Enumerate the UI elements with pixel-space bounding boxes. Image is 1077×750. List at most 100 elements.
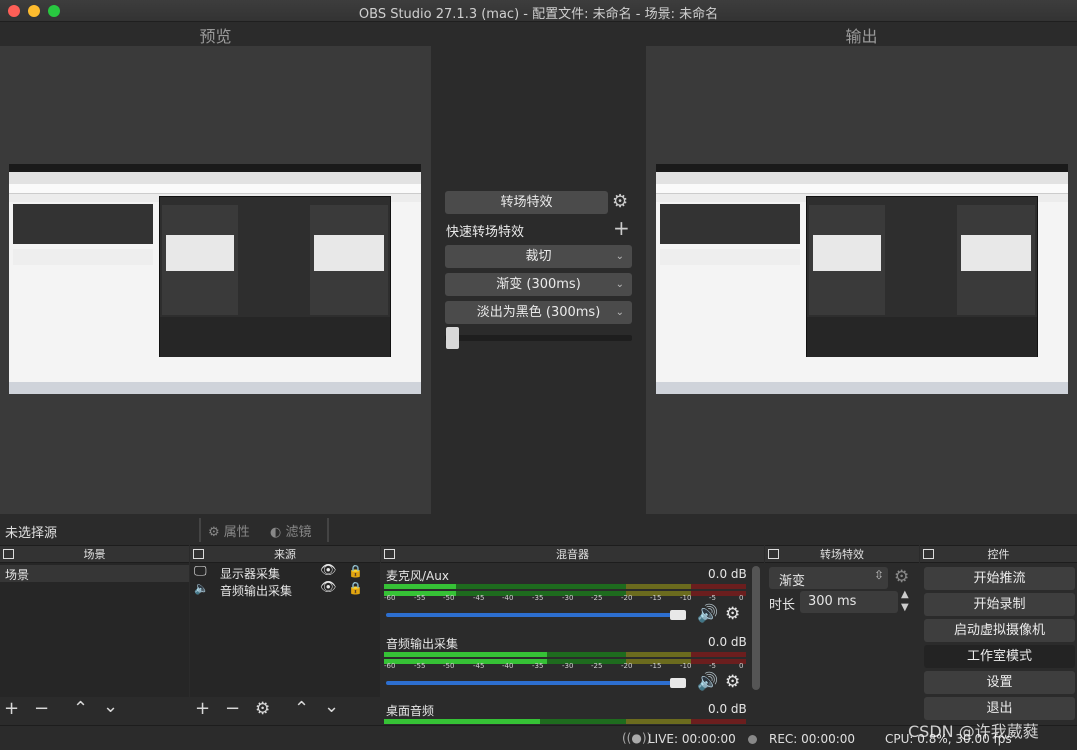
source-item-audio-output[interactable]: 🔈 音频输出采集 👁 🔒: [190, 580, 380, 598]
undock-icon[interactable]: [768, 549, 779, 559]
mixer-channel-db: 0.0 dB: [708, 567, 747, 581]
output-pane[interactable]: [646, 46, 1077, 514]
duration-input[interactable]: 300 ms: [800, 591, 898, 613]
volume-slider-handle[interactable]: [670, 678, 686, 688]
properties-label: 属性: [223, 525, 250, 540]
meter-tick-label: -30: [562, 662, 574, 670]
title-bar: OBS Studio 27.1.3 (mac) - 配置文件: 未命名 - 场景…: [0, 0, 1077, 22]
lock-icon[interactable]: 🔒: [348, 581, 363, 595]
meter-tick-label: -50: [443, 662, 455, 670]
add-source-icon[interactable]: +: [195, 698, 210, 719]
exit-button[interactable]: 退出: [924, 697, 1075, 720]
quick-transition-fade-to-black[interactable]: 淡出为黑色 (300ms) ⌄: [445, 301, 632, 324]
tbar-track[interactable]: [445, 335, 632, 341]
meter-tick-label: -25: [591, 594, 603, 602]
gear-icon: ⚙: [208, 525, 220, 540]
meter-tick-label: -40: [502, 662, 514, 670]
quick-transition-label: 裁切: [525, 249, 552, 264]
mixer-channel-db: 0.0 dB: [708, 702, 747, 716]
eye-icon[interactable]: 👁: [320, 563, 337, 578]
start-recording-button[interactable]: 开始录制: [924, 593, 1075, 616]
mixer-scrollbar[interactable]: [752, 566, 760, 690]
scenes-title: 场景: [83, 548, 106, 561]
filter-icon: ◐: [270, 525, 282, 540]
csdn-watermark: CSDN @许我葳蕤: [908, 722, 1039, 741]
transition-button[interactable]: 转场特效: [445, 191, 608, 214]
mixer-dock-title: 混音器: [381, 545, 764, 563]
preview-pane[interactable]: [0, 46, 431, 514]
meter-tick-label: -45: [473, 594, 485, 602]
transition-select[interactable]: 渐变 ⇳: [769, 567, 888, 589]
scene-item[interactable]: 场景: [0, 565, 189, 582]
live-timer: LIVE: 00:00:00: [648, 732, 736, 746]
undock-icon[interactable]: [193, 549, 204, 559]
start-streaming-button[interactable]: 开始推流: [924, 567, 1075, 590]
output-label: 输出: [845, 27, 878, 46]
scenes-dock-title: 场景: [0, 545, 189, 563]
undock-icon[interactable]: [3, 549, 14, 559]
eye-icon[interactable]: 👁: [320, 580, 337, 595]
volume-slider-handle[interactable]: [670, 610, 686, 620]
meter-tick-label: -15: [650, 594, 662, 602]
increment-icon[interactable]: ▲: [901, 589, 909, 600]
transitions-dock-title: 转场特效: [765, 545, 919, 563]
quick-transition-fade[interactable]: 渐变 (300ms) ⌄: [445, 273, 632, 296]
transitions-title: 转场特效: [820, 548, 864, 561]
controls-title: 控件: [987, 548, 1010, 561]
source-item-label: 音频输出采集: [220, 584, 293, 598]
transition-select-value: 渐变: [779, 574, 806, 589]
transitions-dock: 渐变 ⇳ ⚙ 时长 300 ms ▲ ▼: [765, 563, 919, 725]
move-down-icon[interactable]: ⌄: [103, 696, 118, 717]
start-virtual-camera-button[interactable]: 启动虚拟摄像机: [924, 619, 1075, 642]
gear-icon[interactable]: ⚙: [725, 672, 740, 692]
tbar-handle[interactable]: [446, 327, 459, 349]
scenes-dock: 场景 + − ⌃ ⌄: [0, 563, 189, 725]
add-quick-transition-icon[interactable]: +: [613, 216, 630, 240]
rec-timer: REC: 00:00:00: [769, 732, 856, 746]
speaker-icon[interactable]: 🔊: [697, 604, 718, 624]
move-up-icon[interactable]: ⌃: [73, 698, 88, 719]
gear-icon[interactable]: ⚙: [894, 567, 909, 587]
chevron-down-icon: ⌄: [615, 251, 624, 262]
source-item-label: 显示器采集: [220, 567, 281, 581]
meter-tick-label: 0: [739, 662, 744, 670]
source-toolbar: 未选择源 ⚙ 属性 ◐ 滤镜: [0, 515, 1077, 545]
meter-tick-label: -60: [384, 662, 396, 670]
filters-button[interactable]: ◐ 滤镜: [270, 521, 312, 540]
volume-slider[interactable]: [386, 681, 686, 685]
controls-dock-title: 控件: [920, 545, 1077, 563]
add-scene-icon[interactable]: +: [4, 698, 19, 719]
meter-tick-label: -35: [532, 662, 544, 670]
source-item-display-capture[interactable]: 🖵 显示器采集 👁 🔒: [190, 563, 380, 581]
undock-icon[interactable]: [923, 549, 934, 559]
undock-icon[interactable]: [384, 549, 395, 559]
meter-ticks: -60 -55 -50 -45 -40 -35 -30 -25 -20 -15 -10 -5 0: [384, 662, 746, 672]
meter-tick-label: -20: [621, 594, 633, 602]
gear-icon[interactable]: ⚙: [725, 604, 740, 624]
output-screen-capture: [656, 164, 1068, 394]
remove-scene-icon[interactable]: −: [34, 698, 49, 719]
volume-slider[interactable]: [386, 613, 686, 617]
studio-mode-button[interactable]: 工作室模式: [924, 645, 1075, 668]
speaker-icon[interactable]: 🔊: [697, 672, 718, 692]
properties-button[interactable]: ⚙ 属性: [208, 521, 250, 540]
lock-icon[interactable]: 🔒: [348, 564, 363, 578]
volume-meter: [384, 584, 746, 589]
filters-label: 滤镜: [285, 525, 312, 540]
gear-icon[interactable]: ⚙: [612, 191, 628, 212]
move-down-icon[interactable]: ⌄: [324, 696, 339, 717]
meter-tick-label: -15: [650, 662, 662, 670]
chevron-down-icon: ⌄: [615, 279, 624, 290]
meter-tick-label: -10: [680, 662, 692, 670]
no-source-selected-label: 未选择源: [5, 526, 58, 541]
remove-source-icon[interactable]: −: [225, 698, 240, 719]
broadcast-icon: ((●)): [622, 731, 652, 745]
meter-tick-label: -20: [621, 662, 633, 670]
gear-icon[interactable]: ⚙: [255, 699, 270, 719]
sources-dock-title: 来源: [190, 545, 380, 563]
decrement-icon[interactable]: ▼: [901, 602, 909, 613]
settings-button[interactable]: 设置: [924, 671, 1075, 694]
quick-transition-cut[interactable]: 裁切 ⌄: [445, 245, 632, 268]
meter-tick-label: -30: [562, 594, 574, 602]
move-up-icon[interactable]: ⌃: [294, 698, 309, 719]
